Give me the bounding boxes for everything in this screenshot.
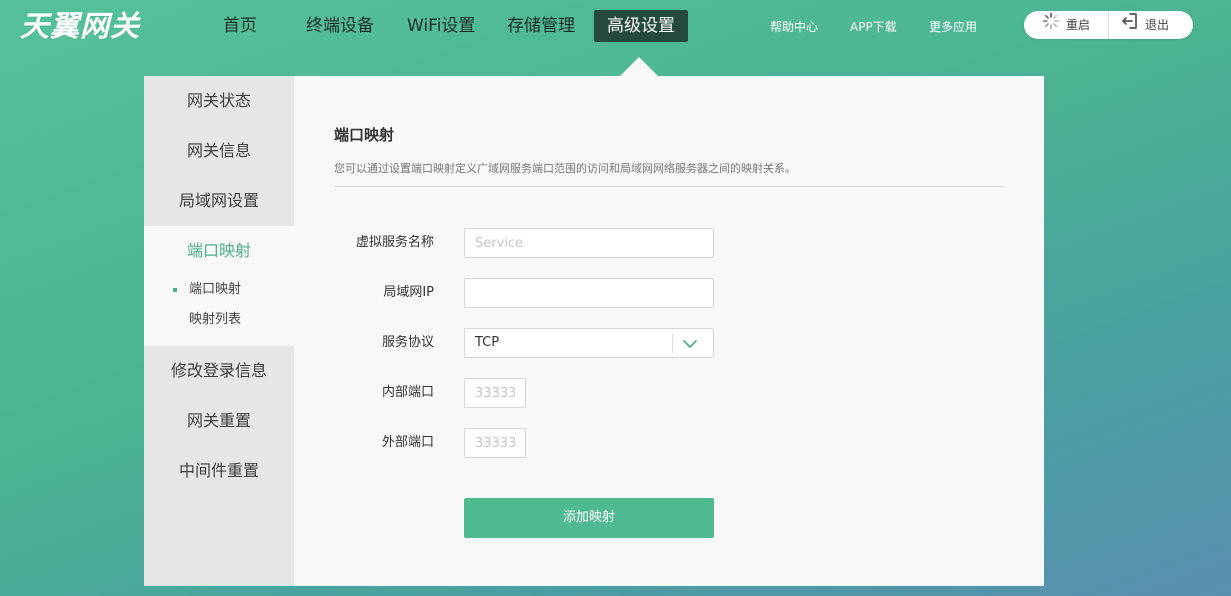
- protocol-selected-value: TCP: [475, 335, 500, 350]
- logout-button[interactable]: 退出: [1121, 11, 1169, 39]
- sidebar-item-gateway-info[interactable]: 网关信息: [144, 126, 294, 176]
- restart-button[interactable]: 重启: [1042, 11, 1090, 39]
- logout-label: 退出: [1145, 18, 1170, 32]
- brand-logo: 天翼网关: [20, 9, 141, 43]
- service-name-input[interactable]: [464, 228, 714, 258]
- logout-icon: [1121, 12, 1139, 40]
- app-download-link[interactable]: APP下载: [850, 18, 897, 35]
- nav-home[interactable]: 首页: [223, 10, 257, 42]
- internal-port-input[interactable]: [464, 378, 526, 408]
- sub-item-mapping-list[interactable]: 映射列表: [189, 312, 241, 328]
- restart-label: 重启: [1066, 18, 1091, 32]
- internal-port-label: 内部端口: [381, 385, 434, 400]
- lan-ip-label: 局域网IP: [383, 285, 434, 300]
- sidebar-item-gateway-reset[interactable]: 网关重置: [144, 396, 294, 446]
- more-apps-link[interactable]: 更多应用: [929, 18, 977, 35]
- sidebar-item-lan-settings[interactable]: 局域网设置: [144, 176, 294, 226]
- sidebar-item-port-mapping[interactable]: 端口映射: [144, 226, 294, 276]
- sidebar-item-login-info[interactable]: 修改登录信息: [144, 346, 294, 396]
- sidebar: 网关状态 网关信息 局域网设置 端口映射 端口映射 映射列表 修改登录信息 网关…: [144, 76, 294, 586]
- nav-wifi[interactable]: WiFi设置: [407, 10, 475, 42]
- add-mapping-button[interactable]: 添加映射: [464, 498, 714, 538]
- nav-storage[interactable]: 存储管理: [507, 10, 575, 42]
- help-center-link[interactable]: 帮助中心: [770, 18, 818, 35]
- external-port-input[interactable]: [464, 428, 526, 458]
- nav-devices[interactable]: 终端设备: [306, 10, 374, 42]
- active-nav-caret: [620, 57, 658, 76]
- lan-ip-input[interactable]: [464, 278, 714, 308]
- spinner-icon: [1042, 12, 1060, 40]
- sidebar-item-gateway-status[interactable]: 网关状态: [144, 76, 294, 126]
- protocol-select[interactable]: TCP: [464, 328, 714, 358]
- service-name-label: 虚拟服务名称: [355, 235, 434, 250]
- sub-item-port-mapping[interactable]: 端口映射: [189, 282, 241, 298]
- pill-divider: [1108, 11, 1109, 39]
- external-port-label: 外部端口: [381, 435, 434, 450]
- nav-advanced[interactable]: 高级设置: [594, 10, 688, 42]
- sidebar-item-middleware-reset[interactable]: 中间件重置: [144, 446, 294, 496]
- chevron-down-icon: [682, 336, 698, 355]
- protocol-label: 服务协议: [381, 335, 434, 350]
- select-divider: [672, 333, 673, 353]
- page-title: 端口映射: [334, 126, 395, 144]
- title-divider: [334, 186, 1004, 187]
- active-sub-indicator: [173, 288, 177, 292]
- page-description: 您可以通过设置端口映射定义广域网服务端口范围的访问和局域网网络服务器之间的映射关…: [334, 162, 796, 175]
- action-pill: 重启 退出: [1024, 11, 1193, 39]
- settings-panel: 网关状态 网关信息 局域网设置 端口映射 端口映射 映射列表 修改登录信息 网关…: [144, 76, 1044, 586]
